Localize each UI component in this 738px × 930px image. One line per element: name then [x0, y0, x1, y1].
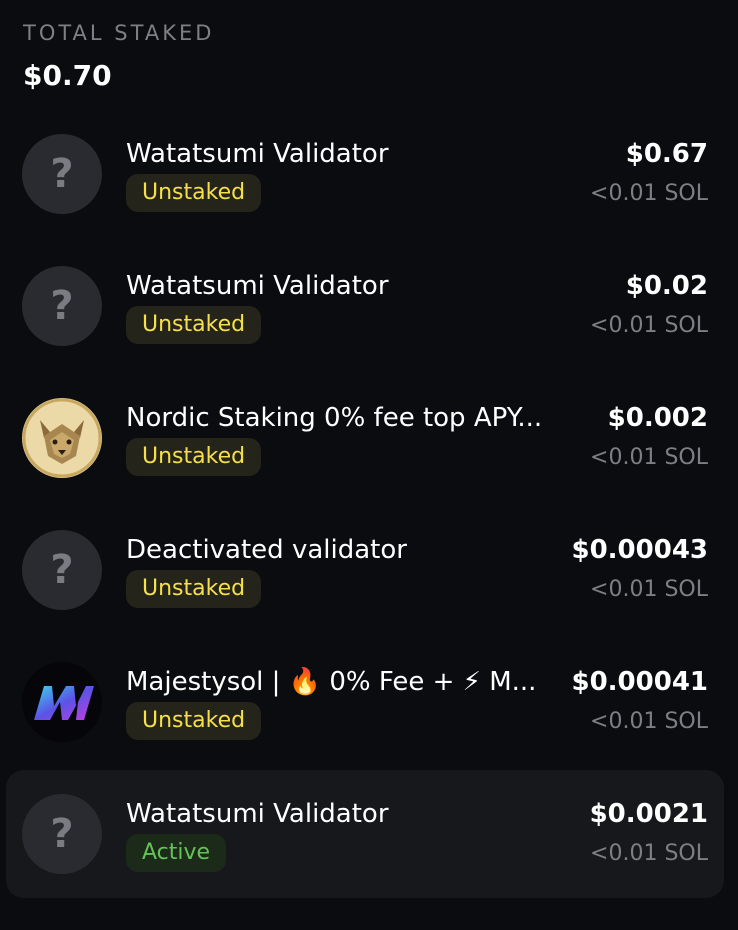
sol-amount: <0.01 SOL: [590, 181, 708, 206]
status-badge: Unstaked: [126, 438, 262, 476]
usd-value: $0.00041: [571, 667, 708, 697]
usd-value: $0.002: [607, 403, 708, 433]
validator-name: Majestysol | 🔥 0% Fee + ⚡ M...: [126, 667, 537, 697]
sol-amount: <0.01 SOL: [590, 709, 708, 734]
validator-row[interactable]: ? Watatsumi Validator Active $0.0021 <0.…: [6, 770, 724, 898]
validator-row[interactable]: Nordic Staking 0% fee top APY... Unstake…: [6, 374, 724, 502]
validator-name: Watatsumi Validator: [126, 799, 389, 829]
status-badge: Unstaked: [126, 174, 262, 212]
sol-amount: <0.01 SOL: [590, 313, 708, 338]
validator-row[interactable]: ? Watatsumi Validator Unstaked $0.67 <0.…: [6, 110, 724, 238]
validator-row[interactable]: ? Deactivated validator Unstaked $0.0004…: [6, 506, 724, 634]
question-mark-icon: ?: [22, 266, 102, 346]
majestysol-logo-graphic: [22, 662, 102, 742]
total-staked-value: $0.70: [23, 59, 112, 92]
usd-value: $0.0021: [589, 799, 708, 829]
validator-row[interactable]: ? Watatsumi Validator Unstaked $0.02 <0.…: [6, 242, 724, 370]
status-badge: Unstaked: [126, 702, 262, 740]
total-staked-label: TOTAL STAKED: [23, 21, 215, 45]
usd-value: $0.00043: [571, 535, 708, 565]
question-mark-icon: ?: [22, 134, 102, 214]
status-badge: Unstaked: [126, 306, 262, 344]
sol-amount: <0.01 SOL: [590, 577, 708, 602]
status-badge: Active: [126, 834, 227, 872]
wolf-logo-graphic: [22, 398, 102, 478]
usd-value: $0.02: [625, 271, 708, 301]
wolf-logo-icon: [22, 398, 102, 478]
sol-amount: <0.01 SOL: [590, 445, 708, 470]
validator-row[interactable]: Majestysol | 🔥 0% Fee + ⚡ M... Unstaked …: [6, 638, 724, 766]
total-staked-header: TOTAL STAKED $0.70: [23, 20, 214, 92]
usd-value: $0.67: [625, 139, 708, 169]
validator-name: Deactivated validator: [126, 535, 407, 565]
majestysol-logo-icon: [22, 662, 102, 742]
validator-name: Nordic Staking 0% fee top APY...: [126, 403, 543, 433]
sol-amount: <0.01 SOL: [590, 841, 708, 866]
status-badge: Unstaked: [126, 570, 262, 608]
validator-name: Watatsumi Validator: [126, 271, 389, 301]
question-mark-icon: ?: [22, 794, 102, 874]
question-mark-icon: ?: [22, 530, 102, 610]
validator-name: Watatsumi Validator: [126, 139, 389, 169]
